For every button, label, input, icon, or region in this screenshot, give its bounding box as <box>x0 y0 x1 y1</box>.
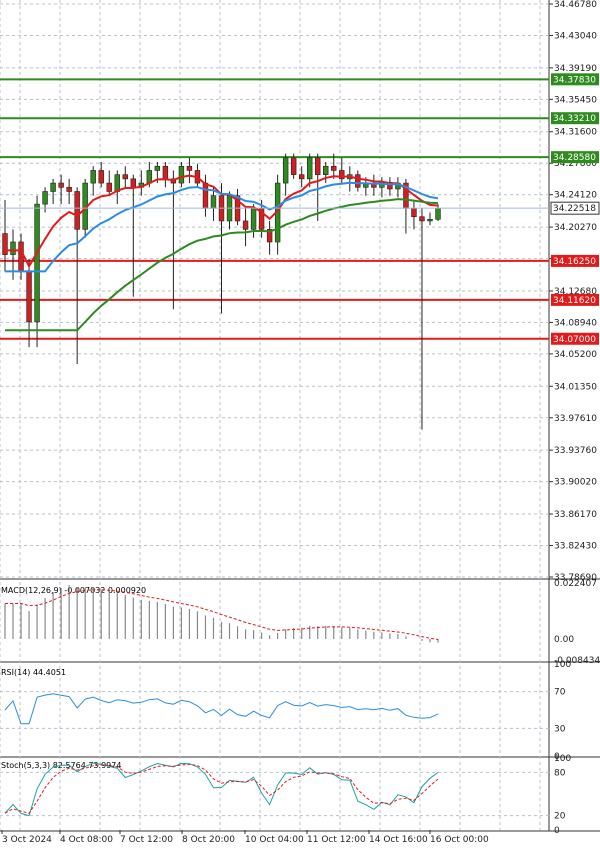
rsi-tick-label: 100 <box>554 660 571 670</box>
chart-area: MACD(12,26,9) -0.007032 0.000920 RSI(14)… <box>0 0 600 845</box>
axis-layer: 34.46780 34.43040 34.39190 34.35450 34.31600… <box>1 0 600 845</box>
candle-body <box>186 165 193 171</box>
candle-body <box>435 208 441 220</box>
candle-body <box>146 170 153 184</box>
candle-body <box>427 218 433 222</box>
candle-body <box>122 174 128 180</box>
time-tick-label: 10 Oct 04:00 <box>245 835 304 845</box>
stoch-panel: Stoch(5,3,3) 82.5764 73.9974 <box>0 761 549 817</box>
price-tick-label: 34.35450 <box>554 95 597 105</box>
price-tick-label: 33.90020 <box>554 478 597 488</box>
level-label: 34.11620 <box>553 296 596 306</box>
candle-body <box>162 165 169 180</box>
stoch-k-line <box>4 762 439 817</box>
price-tick-label: 34.08940 <box>554 318 597 328</box>
candle-body <box>210 195 217 209</box>
candle-body <box>98 170 104 184</box>
level-label: 34.07000 <box>553 335 596 345</box>
candle-body <box>34 203 40 323</box>
time-tick-label: 7 Oct 12:00 <box>120 835 173 845</box>
price-tick-label: 34.01350 <box>554 382 597 392</box>
candle-body <box>154 165 161 171</box>
candle-body <box>18 241 24 272</box>
grid-layer <box>0 0 600 832</box>
rsi-tick-label: 70 <box>554 688 566 698</box>
candle-body <box>290 157 297 175</box>
candle-body <box>202 182 209 209</box>
level-label: 34.33210 <box>553 114 596 124</box>
candle-body <box>2 233 8 255</box>
candle-body <box>250 208 257 230</box>
macd-label: MACD(12,26,9) -0.007032 0.000920 <box>1 586 146 595</box>
stoch-tick-label: 20 <box>554 812 566 822</box>
macd-tick-label: 0.022407 <box>554 579 597 589</box>
price-tick-label: 33.97610 <box>554 414 597 424</box>
candle-body <box>298 174 305 180</box>
candle-body <box>242 220 249 230</box>
macd-tick-label: 0.00 <box>554 635 574 645</box>
macd-panel: MACD(12,26,9) -0.007032 0.000920 <box>1 585 439 643</box>
price-tick-label: 34.05200 <box>554 350 597 360</box>
price-tick-label: 34.43040 <box>554 31 597 41</box>
level-label: 34.16250 <box>553 257 596 267</box>
candle-body <box>26 271 32 323</box>
stoch-tick-label: 0 <box>554 826 560 836</box>
candle-body <box>419 216 425 222</box>
level-label: 34.28580 <box>553 153 596 163</box>
candle-body <box>306 157 313 180</box>
candle-body <box>355 174 361 188</box>
candle-body <box>66 186 72 192</box>
price-tick-label: 34.39190 <box>554 64 597 74</box>
price-tick-label: 34.24120 <box>554 191 597 201</box>
candle-body <box>106 182 112 192</box>
time-tick-label: 4 Oct 08:00 <box>60 835 113 845</box>
candle-body <box>331 165 337 171</box>
price-tick-label: 34.46780 <box>554 0 597 10</box>
stoch-d-line <box>4 763 439 814</box>
candle-body <box>50 182 56 192</box>
rsi-panel: RSI(14) 44.4051 <box>0 668 549 729</box>
time-tick-label: 8 Oct 20:00 <box>182 835 235 845</box>
candle-body <box>411 208 417 218</box>
time-tick-label: 16 Oct 00:00 <box>430 835 489 845</box>
level-label: 34.37830 <box>553 75 596 85</box>
price-tick-label: 33.93760 <box>554 446 597 456</box>
time-tick-label: 11 Oct 12:00 <box>307 835 366 845</box>
rsi-line <box>4 693 439 725</box>
time-tick-label: 14 Oct 16:00 <box>369 835 428 845</box>
rsi-tick-label: 30 <box>554 724 566 734</box>
candle-body <box>74 191 80 230</box>
candle-body <box>130 178 137 188</box>
candle-body <box>323 165 329 175</box>
candle-body <box>42 191 48 205</box>
candle-body <box>10 241 16 255</box>
rsi-label: RSI(14) 44.4051 <box>1 668 66 677</box>
price-tick-label: 34.20270 <box>554 223 597 233</box>
candle-body <box>90 170 96 184</box>
stoch-tick-label: 100 <box>554 754 571 764</box>
time-tick-label: 3 Oct 2024 <box>2 835 52 845</box>
candle-body <box>114 174 120 192</box>
price-tick-label: 34.31600 <box>554 128 597 138</box>
candle-body <box>315 157 321 175</box>
candle-body <box>178 165 185 184</box>
stoch-tick-label: 80 <box>554 768 566 778</box>
price-tick-label: 33.82430 <box>554 542 597 552</box>
current-price-label: 34.22518 <box>553 204 596 214</box>
price-tick-label: 33.86170 <box>554 510 597 520</box>
price-panel <box>0 78 549 430</box>
candle-body <box>58 182 64 188</box>
candle-body <box>282 157 289 184</box>
